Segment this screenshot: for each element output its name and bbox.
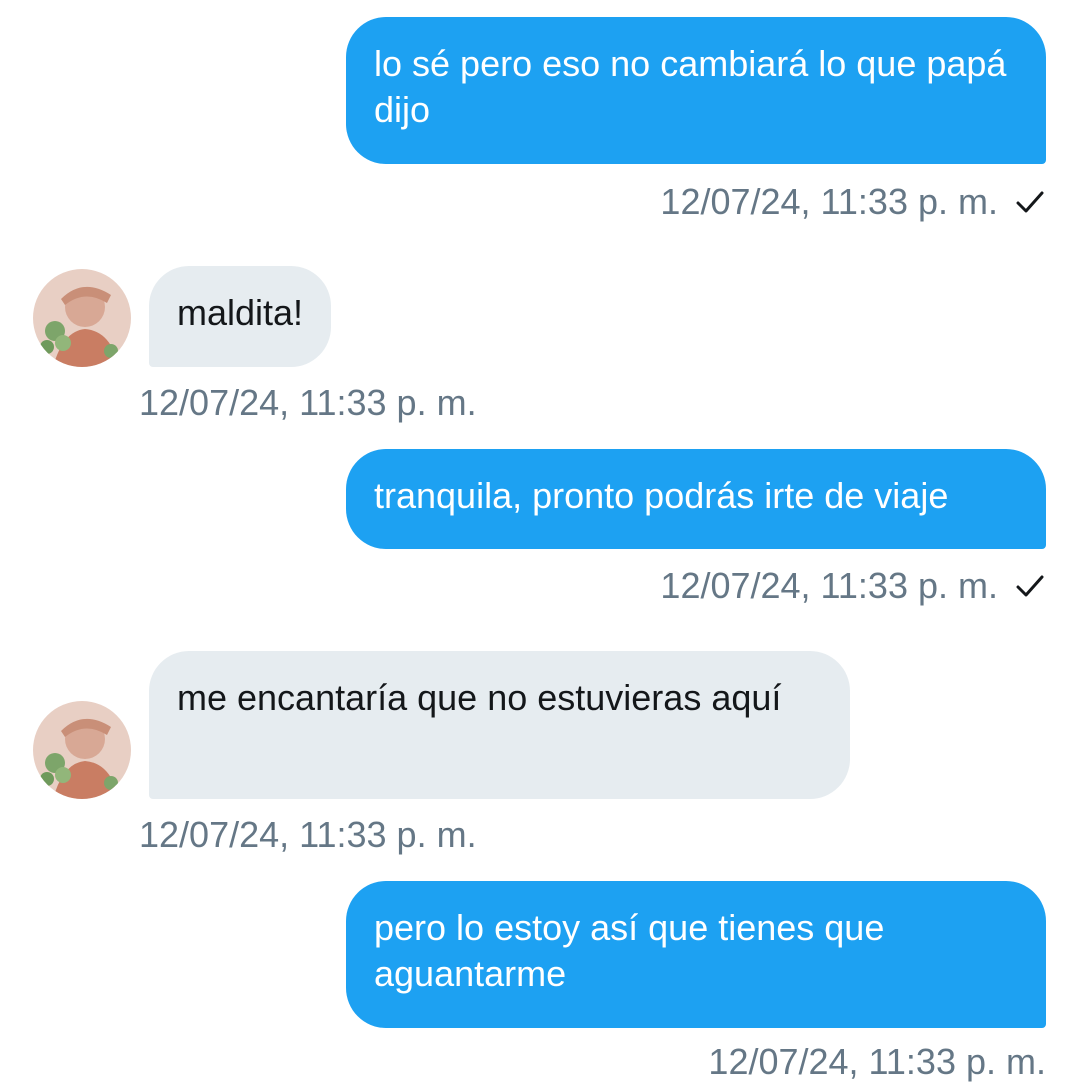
- check-icon: [1016, 191, 1044, 213]
- message-thread: lo sé pero eso no cambiará lo que papá d…: [0, 0, 1080, 1082]
- message-timestamp: 12/07/24, 11:33 p. m.: [139, 814, 477, 855]
- message-bubble-outgoing[interactable]: tranquila, pronto podrás irte de viaje: [346, 449, 1046, 549]
- contact-avatar[interactable]: [33, 269, 131, 367]
- message-bubble-incoming[interactable]: maldita!: [149, 266, 332, 367]
- message-timestamp-row: 12/07/24, 11:33 p. m.: [708, 1040, 1046, 1084]
- message-timestamp: 12/07/24, 11:33 p. m.: [139, 382, 477, 423]
- contact-avatar[interactable]: [33, 701, 131, 799]
- message-timestamp: 12/07/24, 11:33 p. m.: [660, 565, 998, 606]
- message-timestamp-row: 12/07/24, 11:33 p. m.: [660, 180, 1046, 224]
- message-timestamp: 12/07/24, 11:33 p. m.: [660, 181, 998, 222]
- message-bubble-outgoing[interactable]: pero lo estoy así que tienes que aguanta…: [346, 881, 1046, 1028]
- message-timestamp-row: 12/07/24, 11:33 p. m.: [660, 564, 1046, 608]
- message-timestamp: 12/07/24, 11:33 p. m.: [708, 1041, 1046, 1082]
- avatar-image: [33, 269, 131, 367]
- message-bubble-outgoing[interactable]: lo sé pero eso no cambiará lo que papá d…: [346, 17, 1046, 164]
- check-icon: [1016, 575, 1044, 597]
- avatar-image: [33, 701, 131, 799]
- message-bubble-incoming[interactable]: me encantaría que no estuvieras aquí: [149, 651, 850, 799]
